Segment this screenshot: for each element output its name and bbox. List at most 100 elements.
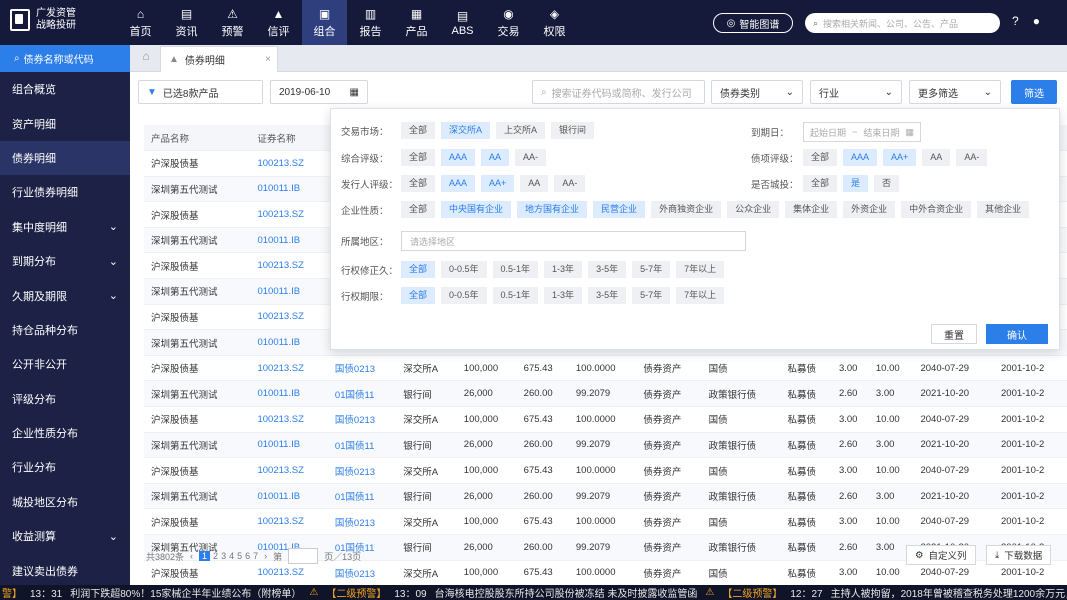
product-filter[interactable]: ▼ 已选8款产品 — [138, 80, 263, 104]
nav-item-9[interactable]: ◈ 权限 — [532, 0, 577, 45]
security-name-link[interactable]: 01国债11 — [327, 432, 397, 459]
page-number[interactable]: 1 — [199, 551, 211, 561]
sidebar-item-14[interactable]: 建议卖出债券 — [0, 553, 130, 587]
security-code-link[interactable]: 010011.IB — [250, 380, 328, 408]
sidebar-item-4[interactable]: 集中度明细 ⌄ — [0, 210, 130, 244]
news-ticker[interactable]: 警】 13：31 利润下跌超80%！15家械企半年业绩公布（附榜单） ⚠ 【二级预警】 1… — [0, 585, 1067, 600]
filter-option[interactable]: 外资企业 — [843, 201, 896, 218]
security-code-link[interactable]: 100213.SZ — [250, 508, 328, 535]
filter-option[interactable]: 全部 — [401, 201, 436, 218]
security-code-link[interactable]: 100213.SZ — [250, 304, 328, 331]
filter-option[interactable]: 1-3年 — [544, 261, 583, 278]
filter-option[interactable]: AAA — [441, 149, 476, 166]
security-code-link[interactable]: 100213.SZ — [250, 150, 328, 177]
sidebar-item-7[interactable]: 持仓品种分布 — [0, 313, 130, 347]
table-row[interactable]: 沪深股债基100213.SZ国债0213深交所A100,000675.43100… — [144, 508, 1067, 535]
filter-option[interactable]: 外商独资企业 — [651, 201, 722, 218]
filter-option[interactable]: AA+ — [481, 175, 515, 192]
table-row[interactable]: 深圳第五代测试010011.IB01国债11银行间26,000260.0099.… — [144, 380, 1067, 408]
nav-item-7[interactable]: ▤ ABS — [440, 0, 485, 45]
sidebar-item-6[interactable]: 久期及期限 ⌄ — [0, 278, 130, 312]
filter-option[interactable]: 5-7年 — [632, 287, 671, 304]
filter-option[interactable]: 地方国有企业 — [517, 201, 588, 218]
filter-option[interactable]: 集体企业 — [785, 201, 838, 218]
filter-option[interactable]: 是 — [843, 175, 869, 192]
download-button[interactable]: ⤓ 下载数据 — [986, 545, 1052, 565]
security-code-link[interactable]: 100213.SZ — [250, 457, 328, 484]
security-code-link[interactable]: 010011.IB — [250, 278, 328, 305]
nav-item-1[interactable]: ▤ 资讯 — [164, 0, 209, 45]
reset-button[interactable]: 重置 — [931, 324, 977, 344]
confirm-button[interactable]: 确认 — [986, 324, 1048, 344]
filter-option[interactable]: 0.5-1年 — [492, 287, 539, 304]
filter-option[interactable]: 5-7年 — [632, 261, 671, 278]
page-number[interactable]: 6 — [245, 551, 250, 561]
filter-option[interactable]: AA- — [554, 175, 586, 192]
close-icon[interactable]: × — [265, 54, 271, 65]
sidebar-item-12[interactable]: 城投地区分布 — [0, 485, 130, 519]
table-row[interactable]: 沪深股债基100213.SZ国债0213深交所A100,000675.43100… — [144, 406, 1067, 433]
filter-option[interactable]: AAA — [441, 175, 476, 192]
sidebar-item-8[interactable]: 公开非公开 — [0, 347, 130, 381]
sidebar-item-13[interactable]: 收益测算 ⌄ — [0, 519, 130, 553]
security-code-link[interactable]: 010011.IB — [250, 329, 328, 356]
prev-page-icon[interactable]: ‹ — [190, 551, 193, 561]
filter-option[interactable]: 全部 — [803, 175, 838, 192]
filter-option[interactable]: 否 — [874, 175, 900, 192]
security-code-link[interactable]: 010011.IB — [250, 483, 328, 510]
custom-columns-button[interactable]: ⚙ 自定义列 — [906, 545, 976, 565]
filter-option[interactable]: AA- — [956, 149, 988, 166]
filter-option[interactable]: 3-5年 — [588, 287, 627, 304]
filter-option[interactable]: 银行间 — [551, 122, 595, 139]
filter-option[interactable]: 深交所A — [441, 122, 491, 139]
region-input[interactable]: 请选择地区 — [401, 231, 746, 251]
filter-option[interactable]: 全部 — [401, 287, 436, 304]
nav-item-2[interactable]: ⚠ 预警 — [210, 0, 255, 45]
filter-option[interactable]: 0-0.5年 — [441, 261, 487, 278]
filter-option[interactable]: 中央国有企业 — [441, 201, 512, 218]
filter-option[interactable]: 3-5年 — [588, 261, 627, 278]
sidebar-item-11[interactable]: 行业分布 — [0, 450, 130, 484]
tab-bond-detail[interactable]: ▲ 债券明细 × — [160, 46, 278, 72]
maturity-date-range[interactable]: 起始日期 ~ 结束日期 ▦ — [803, 122, 921, 142]
security-code-link[interactable]: 010011.IB — [250, 227, 328, 254]
nav-item-3[interactable]: ▲ 信评 — [256, 0, 301, 45]
ai-graph-button[interactable]: ◎ 智能图谱 — [713, 13, 793, 33]
security-code-link[interactable]: 100213.SZ — [250, 252, 328, 280]
home-tab-icon[interactable]: ⌂ — [135, 49, 157, 71]
sidebar-item-5[interactable]: 到期分布 ⌄ — [0, 244, 130, 278]
sidebar-item-9[interactable]: 评级分布 — [0, 382, 130, 416]
page-number[interactable]: 2 — [213, 551, 218, 561]
security-name-link[interactable]: 国债0213 — [327, 457, 397, 484]
filter-option[interactable]: 全部 — [401, 175, 436, 192]
security-search-input[interactable]: ⌕ 搜索证券代码或简称、发行公司 — [532, 80, 705, 104]
security-code-link[interactable]: 010011.IB — [250, 176, 328, 203]
next-page-icon[interactable]: › — [264, 551, 267, 561]
filter-option[interactable]: 全部 — [401, 261, 436, 278]
filter-option[interactable]: 中外合资企业 — [901, 201, 972, 218]
security-name-link[interactable]: 01国债11 — [327, 380, 397, 408]
table-row[interactable]: 深圳第五代测试010011.IB01国债11银行间26,000260.0099.… — [144, 432, 1067, 459]
sidebar-item-1[interactable]: 资产明细 — [0, 106, 130, 140]
date-picker[interactable]: 2019-06-10 ▦ — [270, 80, 368, 104]
sidebar-item-10[interactable]: 企业性质分布 — [0, 416, 130, 450]
security-name-link[interactable]: 国债0213 — [327, 355, 397, 382]
filter-option[interactable]: 7年以上 — [676, 287, 725, 304]
filter-option[interactable]: 全部 — [401, 122, 436, 139]
industry-select[interactable]: 行业 ⌄ — [810, 80, 902, 104]
nav-item-8[interactable]: ◉ 交易 — [486, 0, 531, 45]
filter-option[interactable]: AA — [520, 175, 549, 192]
bond-type-select[interactable]: 债券类别 ⌄ — [711, 80, 803, 104]
table-row[interactable]: 深圳第五代测试010011.IB01国债11银行间26,000260.0099.… — [144, 483, 1067, 510]
filter-option[interactable]: 民营企业 — [593, 201, 646, 218]
filter-option[interactable]: AA- — [515, 149, 547, 166]
filter-option[interactable]: 7年以上 — [676, 261, 725, 278]
brand-logo[interactable]: 广发资管 战略投研 — [10, 8, 76, 32]
page-number[interactable]: 3 — [221, 551, 226, 561]
more-filters-select[interactable]: 更多筛选 ⌄ — [909, 80, 1001, 104]
filter-option[interactable]: 全部 — [803, 149, 838, 166]
security-name-link[interactable]: 国债0213 — [327, 508, 397, 535]
security-name-link[interactable]: 01国债11 — [327, 483, 397, 510]
filter-option[interactable]: 1-3年 — [544, 287, 583, 304]
filter-button[interactable]: 筛选 — [1011, 80, 1057, 104]
